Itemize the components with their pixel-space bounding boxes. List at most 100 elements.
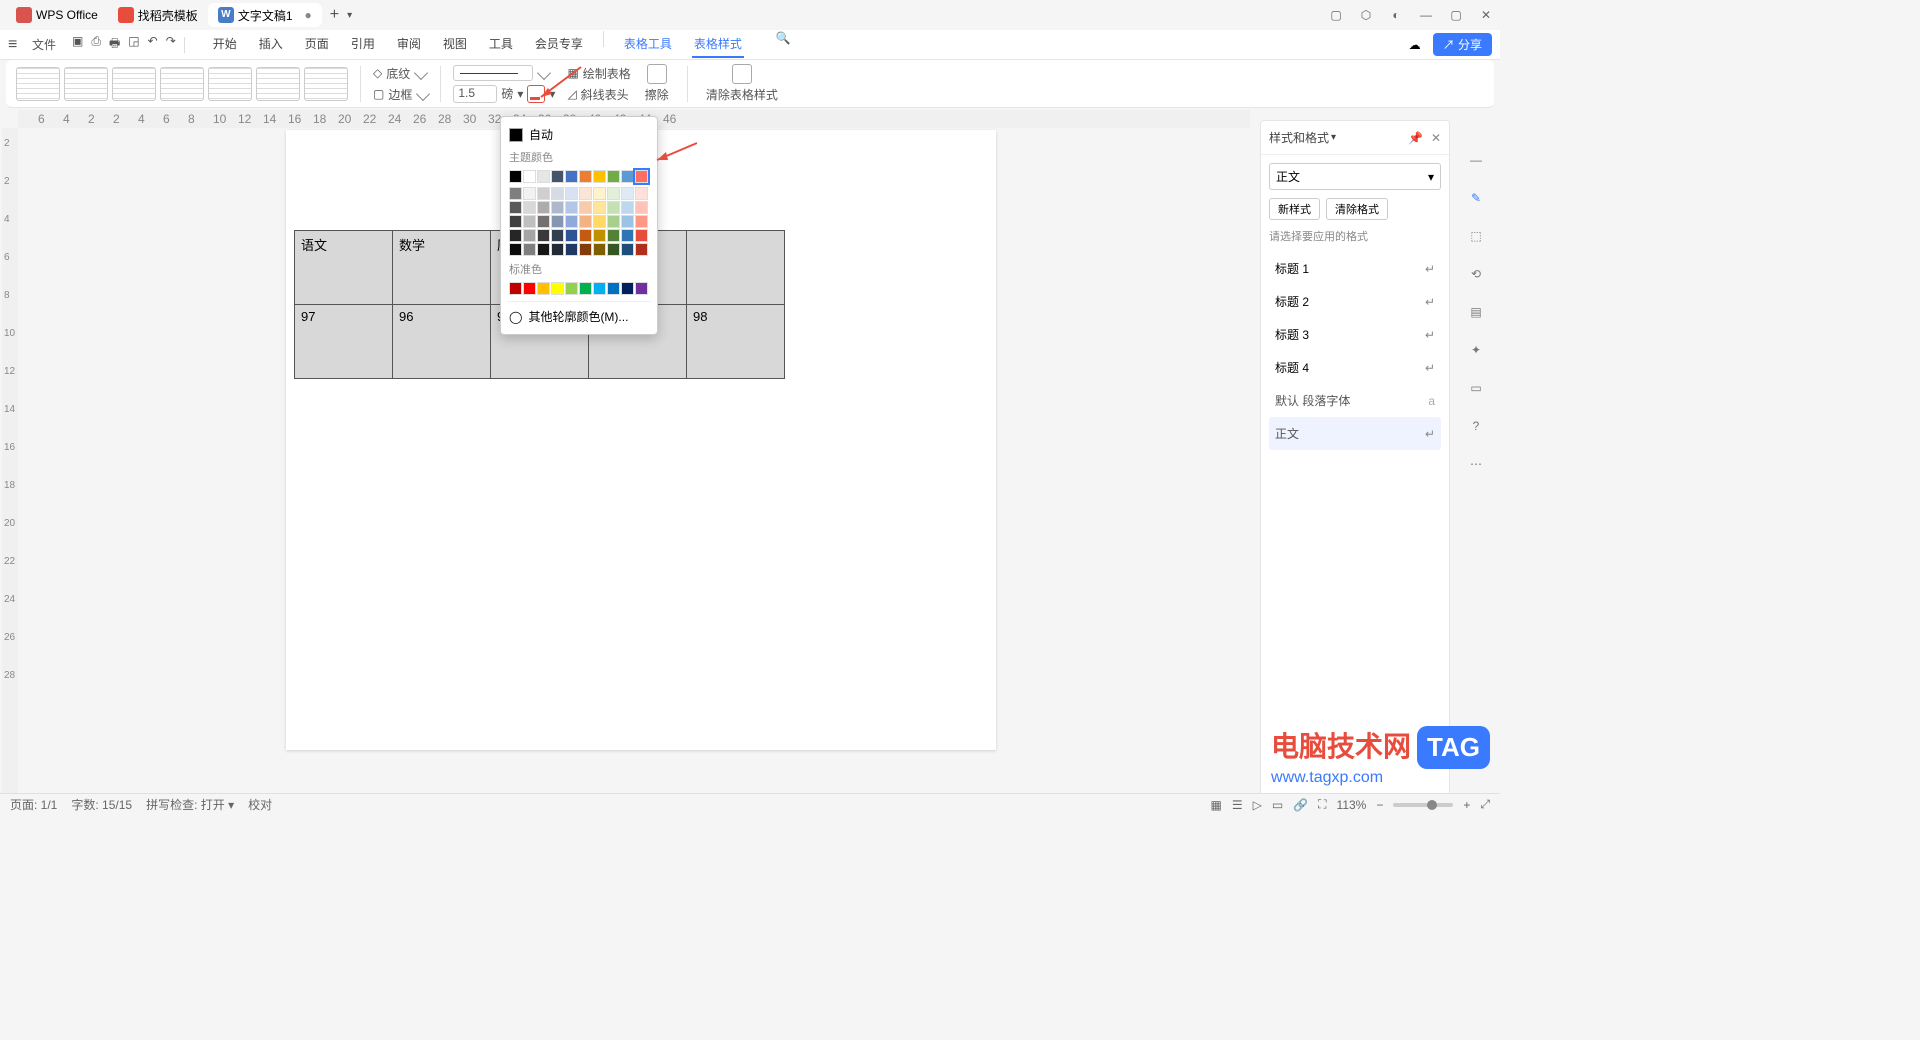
close-icon[interactable]: ✕ [1478, 8, 1494, 22]
style-preset[interactable] [160, 67, 204, 101]
color-swatch[interactable] [523, 215, 536, 228]
zoom-out-icon[interactable]: − [1376, 798, 1383, 812]
color-swatch[interactable] [551, 170, 564, 183]
color-swatch[interactable] [537, 282, 550, 295]
edit-tool-icon[interactable]: ✎ [1466, 188, 1486, 208]
help-icon[interactable]: ? [1466, 416, 1486, 436]
layers-icon[interactable]: ▤ [1466, 302, 1486, 322]
style-item[interactable]: 标题 3↵ [1269, 318, 1441, 351]
app-tab-doc[interactable]: W 文字文稿1 ● [208, 3, 322, 27]
table-cell[interactable]: 数学 [393, 231, 491, 305]
tab-table-tools[interactable]: 表格工具 [622, 31, 674, 58]
color-swatch[interactable] [635, 229, 648, 242]
pen-color-button[interactable] [527, 85, 545, 103]
color-swatch[interactable] [565, 201, 578, 214]
color-swatch[interactable] [551, 282, 564, 295]
table-cell[interactable] [687, 231, 785, 305]
status-words[interactable]: 字数: 15/15 [71, 796, 132, 813]
color-swatch[interactable] [523, 201, 536, 214]
line-width-input[interactable]: 1.5 [453, 85, 497, 103]
clear-style-button[interactable]: 清除表格样式 [700, 62, 784, 105]
color-swatch[interactable] [635, 201, 648, 214]
color-swatch[interactable] [579, 229, 592, 242]
color-swatch[interactable] [579, 187, 592, 200]
pin-icon[interactable]: 📌 [1408, 131, 1423, 145]
tab-insert[interactable]: 插入 [257, 31, 285, 58]
table-cell[interactable]: 97 [295, 305, 393, 379]
color-swatch[interactable] [621, 243, 634, 256]
table-cell[interactable]: 96 [393, 305, 491, 379]
color-swatch[interactable] [593, 243, 606, 256]
color-swatch[interactable] [579, 201, 592, 214]
color-swatch[interactable] [607, 215, 620, 228]
style-preset[interactable] [208, 67, 252, 101]
color-swatch[interactable] [523, 229, 536, 242]
print-icon[interactable]: 🖶 [109, 34, 120, 55]
color-swatch[interactable] [593, 201, 606, 214]
color-swatch[interactable] [607, 282, 620, 295]
color-swatch[interactable] [593, 215, 606, 228]
color-swatch[interactable] [523, 282, 536, 295]
minimize-panel-icon[interactable]: — [1466, 150, 1486, 170]
tab-review[interactable]: 审阅 [395, 31, 423, 58]
style-item[interactable]: 标题 2↵ [1269, 285, 1441, 318]
tools-icon[interactable]: ✦ [1466, 340, 1486, 360]
hamburger-icon[interactable] [8, 36, 22, 54]
pen-color-chevron[interactable]: ▾ [549, 87, 555, 101]
style-item[interactable]: 标题 1↵ [1269, 252, 1441, 285]
tab-view[interactable]: 视图 [441, 31, 469, 58]
border-button[interactable]: ▢边框 [373, 86, 428, 103]
fullscreen-icon[interactable]: ⛶ [1318, 797, 1326, 812]
color-swatch[interactable] [565, 170, 578, 183]
cube-icon[interactable]: ⬡ [1358, 8, 1374, 22]
color-swatch[interactable] [509, 229, 522, 242]
color-swatch[interactable] [607, 201, 620, 214]
redo-icon[interactable]: ↷ [166, 34, 176, 55]
clear-format-button[interactable]: 清除格式 [1326, 198, 1388, 220]
color-swatch[interactable] [579, 282, 592, 295]
table-style-gallery[interactable] [16, 67, 348, 101]
color-swatch[interactable] [635, 243, 648, 256]
style-preset[interactable] [256, 67, 300, 101]
style-preset[interactable] [16, 67, 60, 101]
auto-color-row[interactable]: 自动 [507, 123, 651, 146]
layout-icon[interactable]: ▢ [1328, 8, 1344, 22]
color-swatch[interactable] [579, 243, 592, 256]
save-icon[interactable]: ▣ [72, 34, 83, 55]
zoom-slider[interactable] [1393, 803, 1453, 807]
zoom-in-icon[interactable]: + [1463, 798, 1470, 812]
tab-tools[interactable]: 工具 [487, 31, 515, 58]
style-preset[interactable] [112, 67, 156, 101]
style-item-body[interactable]: 正文↵ [1269, 417, 1441, 450]
search-icon[interactable]: 🔍 [776, 31, 791, 58]
more-colors-row[interactable]: ◯ 其他轮廓颜色(M)... [507, 301, 651, 328]
color-swatch[interactable] [593, 229, 606, 242]
print-preview-icon[interactable]: ⎙ [91, 34, 101, 55]
style-preset[interactable] [304, 67, 348, 101]
select-tool-icon[interactable]: ⬚ [1466, 226, 1486, 246]
preview-icon[interactable]: ◲ [128, 34, 139, 55]
color-swatch[interactable] [551, 215, 564, 228]
color-swatch[interactable] [621, 282, 634, 295]
color-swatch[interactable] [579, 215, 592, 228]
eraser-button[interactable]: 擦除 [639, 62, 675, 105]
color-swatch[interactable] [635, 170, 648, 183]
link-icon[interactable]: 🔗 [1293, 798, 1308, 812]
tab-page[interactable]: 页面 [303, 31, 331, 58]
color-swatch[interactable] [509, 170, 522, 183]
color-swatch[interactable] [579, 170, 592, 183]
color-swatch[interactable] [593, 187, 606, 200]
tab-member[interactable]: 会员专享 [533, 31, 585, 58]
close-panel-icon[interactable]: ✕ [1431, 131, 1441, 145]
more-icon[interactable]: ⋯ [1466, 454, 1486, 474]
minimize-icon[interactable]: — [1418, 8, 1434, 22]
color-swatch[interactable] [621, 201, 634, 214]
color-swatch[interactable] [537, 170, 550, 183]
diag-header-button[interactable]: ◿斜线表头 [567, 86, 630, 103]
file-menu[interactable]: 文件 [32, 36, 56, 53]
add-tab-button[interactable]: + [330, 6, 339, 24]
color-swatch[interactable] [565, 229, 578, 242]
color-swatch[interactable] [635, 215, 648, 228]
color-swatch[interactable] [523, 243, 536, 256]
shading-button[interactable]: ◇底纹 [373, 65, 428, 82]
